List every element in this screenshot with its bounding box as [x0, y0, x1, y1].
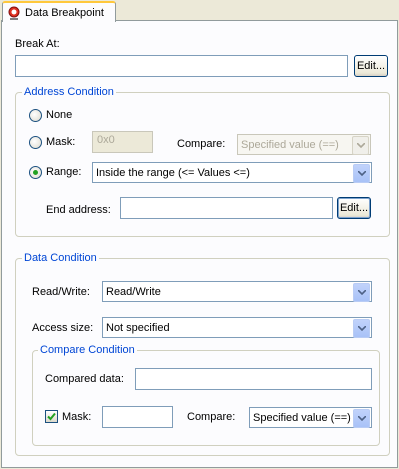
radio-none[interactable]	[29, 109, 42, 122]
access-size-value: Not specified	[106, 321, 170, 334]
radio-range-label: Range:	[46, 166, 82, 178]
end-address-label: End address:	[46, 204, 111, 216]
access-size-label: Access size:	[32, 322, 94, 334]
address-condition-title: Address Condition	[22, 85, 116, 99]
end-address-input[interactable]	[120, 197, 333, 219]
chevron-down-icon	[353, 164, 370, 183]
chevron-down-icon	[353, 409, 370, 428]
range-value: Inside the range (<= Values <=)	[96, 166, 250, 179]
readwrite-value: Read/Write	[106, 285, 161, 298]
data-compare-select[interactable]: Specified value (==)	[249, 407, 372, 428]
radio-mask-label: Mask:	[46, 136, 76, 148]
address-compare-value: Specified value (==)	[241, 138, 339, 151]
compared-data-label: Compared data:	[45, 373, 124, 385]
data-compare-value: Specified value (==)	[253, 411, 351, 424]
data-compare-label: Compare:	[187, 411, 236, 423]
chevron-down-icon	[352, 136, 369, 155]
radio-range[interactable]	[29, 166, 42, 179]
break-at-label: Break At:	[15, 38, 60, 50]
compare-mask-label: Mask:	[62, 411, 92, 423]
radio-range-dot	[33, 170, 38, 175]
chevron-down-icon	[353, 319, 370, 338]
chevron-down-icon	[353, 283, 370, 302]
range-select[interactable]: Inside the range (<= Values <=)	[92, 162, 372, 183]
data-condition-title: Data Condition	[22, 251, 99, 265]
tab-label: Data Breakpoint	[25, 6, 104, 19]
compare-condition-title: Compare Condition	[38, 343, 137, 357]
breakpoint-icon	[7, 6, 21, 20]
break-at-edit-button[interactable]: Edit...	[354, 55, 388, 77]
radio-mask[interactable]	[29, 136, 42, 149]
end-address-edit-button[interactable]: Edit...	[337, 197, 371, 219]
checkmark-icon	[47, 412, 56, 421]
compare-condition-group	[32, 350, 380, 446]
tab-data-breakpoint[interactable]: Data Breakpoint	[2, 1, 116, 22]
readwrite-select[interactable]: Read/Write	[102, 281, 372, 302]
break-at-input[interactable]	[15, 55, 348, 77]
compared-data-input[interactable]	[135, 368, 372, 390]
mask-checkbox[interactable]	[45, 410, 58, 423]
readwrite-label: Read/Write:	[32, 286, 90, 298]
address-compare-select[interactable]: Specified value (==)	[237, 134, 371, 155]
address-mask-input[interactable]: 0x0	[92, 131, 153, 153]
address-compare-label: Compare:	[177, 138, 226, 150]
compare-mask-input[interactable]	[102, 406, 173, 428]
access-size-select[interactable]: Not specified	[102, 317, 372, 338]
radio-none-label: None	[46, 109, 73, 121]
